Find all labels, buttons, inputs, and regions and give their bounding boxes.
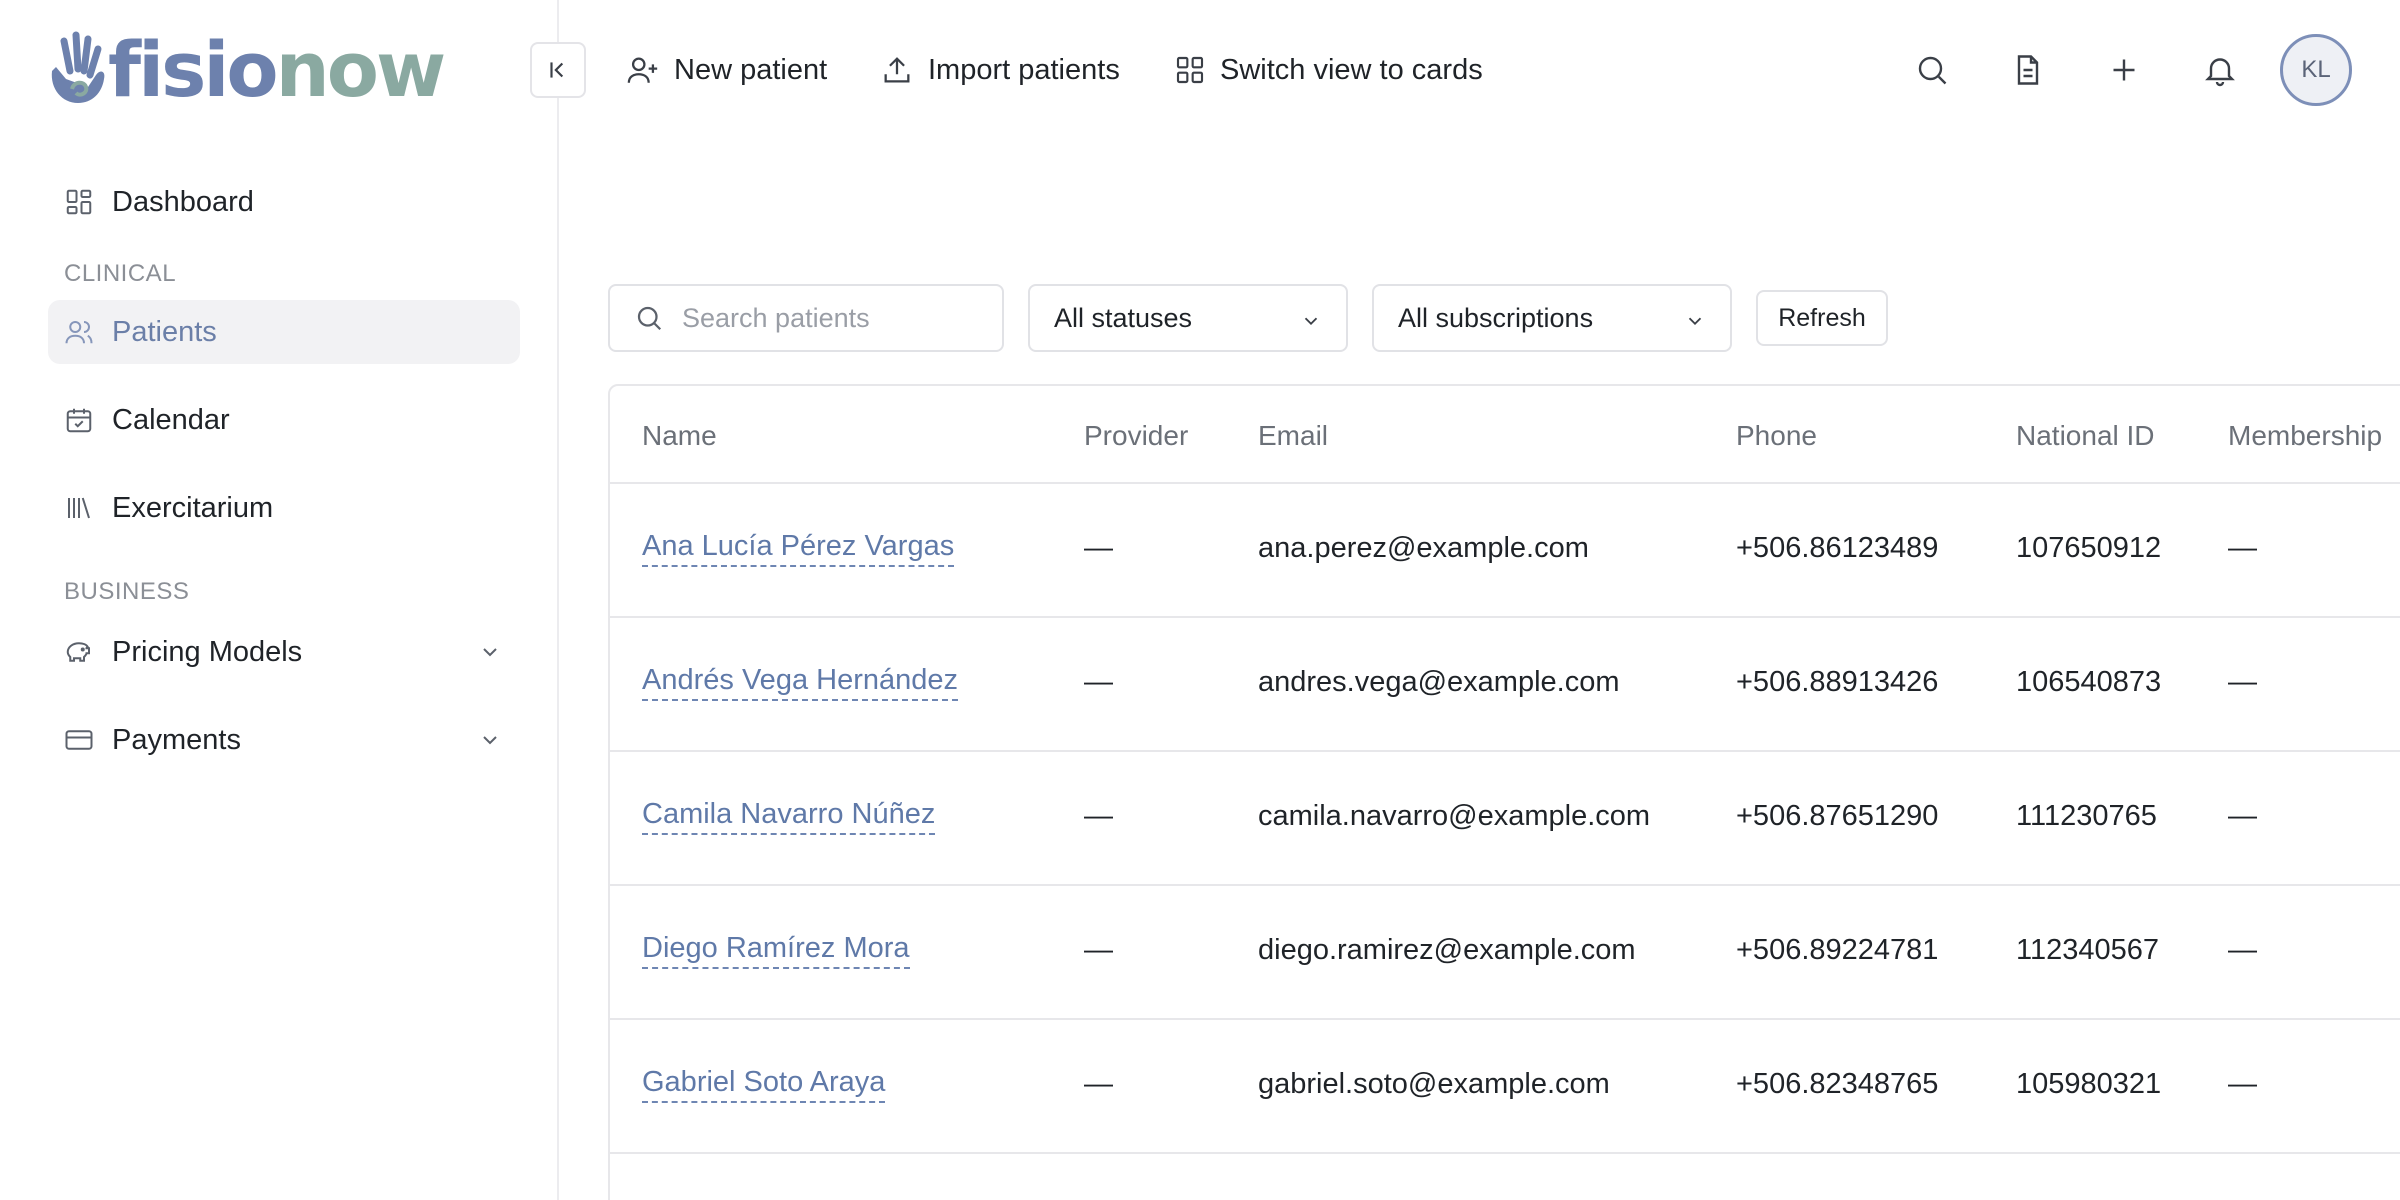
import-patients-button[interactable]: Import patients [880, 36, 1120, 104]
patients-table: Name Provider Email Phone National ID Me… [608, 384, 2400, 1200]
switch-view-label: Switch view to cards [1220, 53, 1483, 86]
sidebar-item-pricing-models[interactable]: Pricing Models [48, 620, 520, 684]
sidebar-item-label: Patients [112, 315, 217, 348]
table-row[interactable]: Ana Lucía Pérez Vargas — ana.perez@examp… [610, 484, 2400, 618]
provider-cell: — [1084, 666, 1113, 698]
sidebar-item-label: Payments [112, 723, 241, 756]
chevron-down-icon [1304, 317, 1318, 326]
patient-name-link[interactable]: Diego Ramírez Mora [642, 932, 910, 969]
email-cell: gabriel.soto@example.com [1258, 1068, 1610, 1100]
sidebar-item-label: Dashboard [112, 185, 254, 218]
document-icon[interactable] [2010, 52, 2046, 88]
hand-logo-icon [51, 31, 105, 103]
sidebar-item-exercitarium[interactable]: Exercitarium [48, 476, 520, 540]
status-select[interactable]: All statuses [1028, 284, 1348, 352]
sidebar-item-label: Calendar [112, 403, 230, 436]
bell-icon[interactable] [2202, 52, 2238, 88]
new-patient-label: New patient [674, 53, 828, 86]
section-label-business: BUSINESS [64, 578, 190, 605]
sidebar-nav: Dashboard CLINICAL Patients Calendar Exe… [48, 170, 520, 772]
membership-cell: — [2228, 800, 2257, 832]
column-header-membership[interactable]: Membership [2228, 420, 2382, 452]
upload-icon [884, 57, 910, 83]
plus-icon[interactable] [2106, 52, 2142, 88]
provider-cell: — [1084, 934, 1113, 966]
logo-wordmark: fisionow [108, 25, 446, 114]
collapse-left-icon [550, 62, 564, 78]
calendar-check-icon [64, 405, 94, 435]
column-header-national-id[interactable]: National ID [2016, 420, 2155, 452]
sidebar-item-dashboard[interactable]: Dashboard [48, 170, 520, 234]
chevron-down-icon[interactable] [478, 640, 502, 664]
table-row[interactable]: Diego Ramírez Mora — diego.ramirez@examp… [610, 886, 2400, 1020]
collapse-sidebar-button[interactable] [530, 42, 586, 98]
table-header: Name Provider Email Phone National ID Me… [610, 386, 2400, 484]
national-id-cell: 106540873 [2016, 666, 2162, 698]
email-cell: camila.navarro@example.com [1258, 800, 1651, 832]
national-id-cell: 112340567 [2016, 934, 2160, 966]
credit-card-icon [64, 725, 94, 755]
national-id-cell: 111230765 [2016, 800, 2157, 832]
membership-cell: — [2228, 1068, 2257, 1100]
grid-icon [1176, 56, 1204, 84]
app-logo[interactable]: fisionow [44, 25, 446, 114]
phone-cell: +506.87651290 [1736, 800, 1939, 832]
membership-cell: — [2228, 666, 2257, 698]
table-row[interactable]: Gabriel Soto Araya — gabriel.soto@exampl… [610, 1020, 2400, 1154]
chevron-down-icon [1688, 317, 1702, 326]
provider-cell: — [1084, 532, 1113, 564]
library-icon [64, 493, 94, 523]
users-icon [64, 317, 94, 347]
membership-cell: — [2228, 532, 2257, 564]
column-header-provider[interactable]: Provider [1084, 420, 1188, 452]
phone-cell: +506.89224781 [1736, 934, 1939, 966]
avatar-initials: KL [2301, 56, 2331, 83]
subscription-select[interactable]: All subscriptions [1372, 284, 1732, 352]
column-header-name[interactable]: Name [642, 420, 717, 452]
user-plus-icon [627, 57, 658, 83]
email-cell: diego.ramirez@example.com [1258, 934, 1636, 966]
import-patients-label: Import patients [928, 53, 1120, 86]
phone-cell: +506.86123489 [1736, 532, 1939, 564]
membership-cell: — [2228, 934, 2257, 966]
sidebar-item-calendar[interactable]: Calendar [48, 388, 520, 452]
sidebar: fisionow Dashboard CLINICAL Patients Cal… [0, 0, 559, 1200]
search-icon [637, 306, 662, 331]
patient-name-link[interactable]: Gabriel Soto Araya [642, 1066, 886, 1103]
search-placeholder: Search patients [682, 302, 870, 333]
new-patient-button[interactable]: New patient [626, 36, 827, 104]
patient-name-link[interactable]: Camila Navarro Núñez [642, 798, 936, 835]
national-id-cell: 107650912 [2016, 532, 2162, 564]
status-select-value: All statuses [1054, 302, 1193, 333]
patient-name-link[interactable]: Ana Lucía Pérez Vargas [642, 530, 955, 567]
provider-cell: — [1084, 1068, 1113, 1100]
sidebar-item-patients[interactable]: Patients [48, 300, 520, 364]
subscription-select-value: All subscriptions [1398, 302, 1594, 333]
section-label-clinical: CLINICAL [64, 260, 177, 287]
table-row[interactable]: Camila Navarro Núñez — camila.navarro@ex… [610, 752, 2400, 886]
column-header-email[interactable]: Email [1258, 420, 1328, 452]
table-row[interactable]: Andrés Vega Hernández — andres.vega@exam… [610, 618, 2400, 752]
search-input[interactable]: Search patients [608, 284, 1004, 352]
column-header-phone[interactable]: Phone [1736, 420, 1817, 452]
search-icon[interactable] [1914, 52, 1950, 88]
dashboard-icon [64, 187, 94, 217]
piggy-bank-icon [64, 637, 94, 667]
patient-name-link[interactable]: Andrés Vega Hernández [642, 664, 958, 701]
email-cell: andres.vega@example.com [1258, 666, 1620, 698]
national-id-cell: 105980321 [2016, 1068, 2162, 1100]
email-cell: ana.perez@example.com [1258, 532, 1589, 564]
phone-cell: +506.88913426 [1736, 666, 1939, 698]
sidebar-item-label: Exercitarium [112, 491, 274, 524]
sidebar-item-payments[interactable]: Payments [48, 708, 520, 772]
refresh-button[interactable]: Refresh [1756, 290, 1888, 346]
sidebar-item-label: Pricing Models [112, 635, 303, 668]
phone-cell: +506.82348765 [1736, 1068, 1939, 1100]
chevron-down-icon[interactable] [478, 728, 502, 752]
user-avatar[interactable]: KL [2280, 34, 2352, 106]
switch-view-button[interactable]: Switch view to cards [1174, 36, 1483, 104]
provider-cell: — [1084, 800, 1113, 832]
